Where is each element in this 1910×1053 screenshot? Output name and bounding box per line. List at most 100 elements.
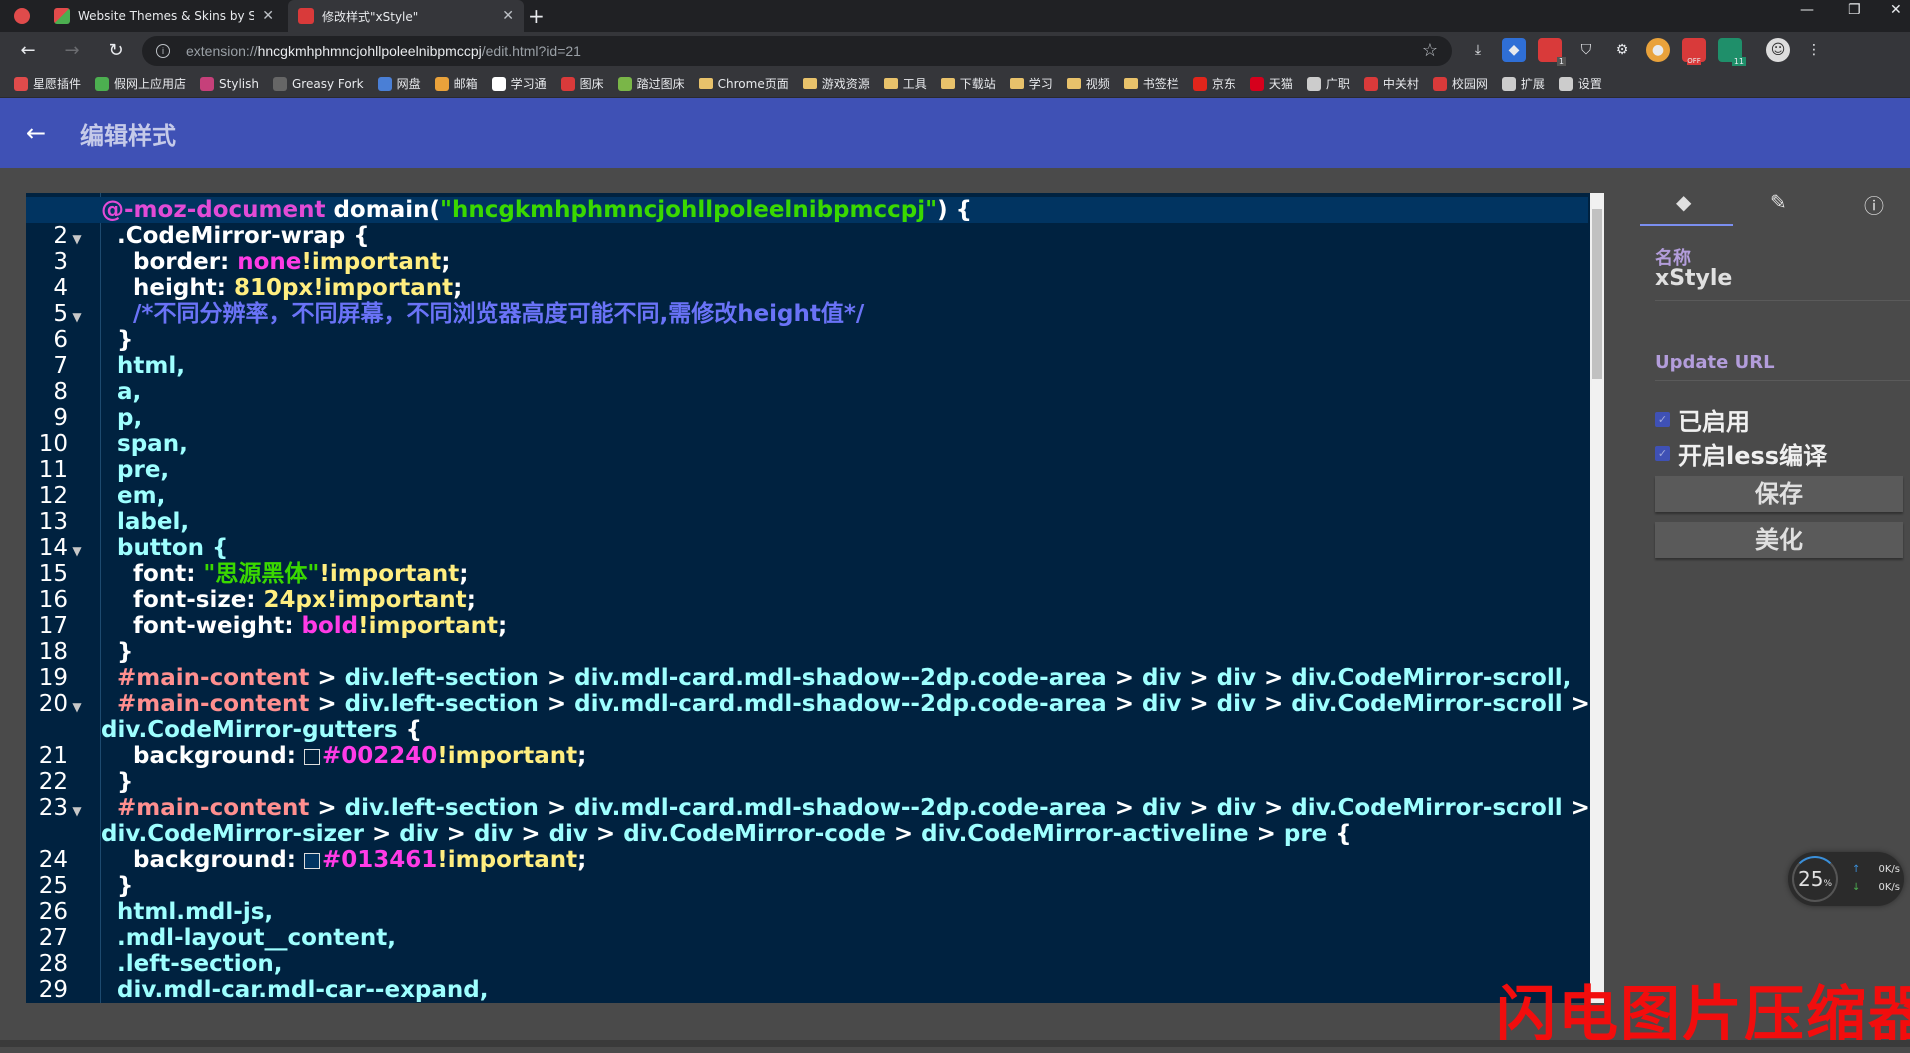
bookmark-item[interactable]: 学习	[1009, 75, 1053, 92]
code-line: 28 .left-section,	[38, 951, 283, 977]
bookmark-item[interactable]: 网盘	[377, 75, 421, 92]
code-line: 7 html,	[53, 353, 185, 379]
color-swatch[interactable]	[303, 748, 320, 765]
code-line: 10 span,	[38, 431, 188, 457]
code-line: 18 }	[38, 639, 134, 665]
bookmark-item[interactable]: 广职	[1306, 75, 1350, 92]
gear-extension-icon[interactable]: ⚙	[1610, 38, 1634, 62]
bookmark-label: Greasy Fork	[291, 76, 364, 91]
bookmark-item[interactable]: 天猫	[1249, 75, 1293, 92]
code-line-wrap: div.CodeMirror-gutters {	[101, 717, 422, 743]
bookmark-item[interactable]: 书签栏	[1123, 75, 1179, 92]
code-line: 23 ▼ #main-content > div.left-section > d…	[39, 795, 1590, 821]
extension-off-icon[interactable]: OFF	[1682, 38, 1706, 65]
folder-icon	[1009, 78, 1024, 89]
bookmark-item[interactable]: 扩展	[1501, 75, 1545, 92]
bookmark-label: 京东	[1211, 77, 1236, 91]
bookmark-label: 校园网	[1451, 77, 1488, 91]
fold-arrow-icon[interactable]: ▼	[68, 694, 86, 720]
page-icon	[1306, 76, 1321, 91]
bookmark-item[interactable]: Chrome页面	[698, 75, 789, 92]
tab-title: 修改样式"xStyle"	[322, 9, 419, 24]
code-line: 15 font: "思源黑体"!important;	[38, 561, 469, 587]
page-icon	[491, 76, 506, 91]
site-info-icon[interactable]: i	[156, 44, 170, 58]
bookmark-item[interactable]: 下载站	[940, 75, 996, 92]
profile-avatar[interactable]: ☺	[1766, 38, 1790, 62]
bookmark-item[interactable]: 校园网	[1432, 75, 1488, 92]
update-url-label[interactable]: Update URL	[1655, 352, 1775, 373]
extension-blue-icon[interactable]: ◆	[1502, 38, 1526, 62]
tab-info-icon[interactable]: ⓘ	[1864, 190, 1884, 219]
close-window-icon[interactable]: ✕	[1890, 2, 1902, 18]
color-swatch[interactable]	[303, 852, 320, 869]
bookmark-item[interactable]: Stylish	[200, 76, 259, 91]
save-button[interactable]: 保存	[1655, 476, 1903, 512]
bookmark-item[interactable]: 京东	[1192, 75, 1236, 92]
editor-scrollbar[interactable]	[1590, 193, 1604, 1003]
close-tab-icon[interactable]: ✕	[262, 8, 274, 24]
cloud-icon	[377, 76, 392, 91]
checkbox-checked-icon[interactable]: ✓	[1655, 446, 1670, 461]
bookmark-item[interactable]: 中关村	[1363, 75, 1419, 92]
forward-icon[interactable]: →	[60, 40, 84, 61]
tab-stylish[interactable]: Website Themes & Skins by Styl ✕	[44, 0, 284, 32]
app-header: ← 编辑样式	[0, 98, 1910, 168]
tab-title: Website Themes & Skins by Styl	[78, 9, 255, 23]
bookmark-item[interactable]: 视频	[1066, 75, 1110, 92]
new-tab-button[interactable]: +	[528, 4, 545, 28]
download-icon[interactable]: ⤓	[1466, 38, 1490, 62]
back-icon[interactable]: ←	[16, 40, 40, 61]
extension-green-icon[interactable]: 11	[1718, 38, 1746, 66]
minimize-icon[interactable]: —	[1800, 2, 1814, 18]
close-tab-icon[interactable]: ✕	[502, 8, 514, 24]
bookmark-label: 中关村	[1382, 77, 1419, 91]
shield-icon[interactable]: ⛉	[1574, 38, 1598, 62]
code-line: 12 em,	[38, 483, 166, 509]
extension-orange-icon[interactable]: ●	[1646, 38, 1670, 62]
campus-icon	[1432, 76, 1447, 91]
reload-icon[interactable]: ↻	[104, 40, 128, 61]
bookmark-label: 工具	[902, 77, 927, 91]
url-scheme: extension://	[186, 43, 258, 59]
bookmark-item[interactable]: 学习通	[491, 75, 547, 92]
bookmark-item[interactable]: 星愿插件	[14, 75, 81, 92]
code-line: 24 background: #013461!important;	[38, 847, 587, 873]
bookmark-item[interactable]: 游戏资源	[802, 75, 870, 92]
extension-xstyle-icon[interactable]: 1	[1538, 38, 1566, 66]
bookmark-item[interactable]: Greasy Fork	[272, 76, 364, 91]
bookmark-label: 书签栏	[1142, 77, 1179, 91]
bookmark-item[interactable]: 邮箱	[434, 75, 478, 92]
bookmark-item[interactable]: 工具	[883, 75, 927, 92]
scrollbar-thumb[interactable]	[1592, 209, 1602, 379]
bookmark-item[interactable]: 假网上应用店	[95, 75, 186, 92]
address-bar[interactable]: i extension:// hncgkmhphmncjohllpoleelni…	[142, 36, 1452, 66]
network-monitor-widget[interactable]: 25% ↑ 0K/s ↓ 0K/s	[1788, 852, 1904, 906]
fold-arrow-icon[interactable]: ▼	[68, 798, 86, 824]
code-area[interactable]: 1▼@-moz-document domain("hncgkmhphmncjoh…	[26, 197, 1590, 1003]
folder-icon	[1123, 78, 1138, 89]
name-field[interactable]: xStyle	[1655, 266, 1732, 291]
code-line: 1▼@-moz-document domain("hncgkmhphmncjoh…	[26, 197, 1588, 223]
vivaldi-menu-icon[interactable]	[14, 0, 34, 32]
tab-style-eraser-icon[interactable]: ◆	[1676, 190, 1691, 214]
folder-icon	[940, 78, 955, 89]
back-arrow-icon[interactable]: ←	[26, 119, 56, 147]
code-line: 8 a,	[53, 379, 142, 405]
beautify-button[interactable]: 美化	[1655, 522, 1903, 558]
bookmark-item[interactable]: 图床	[560, 75, 604, 92]
page-title: 编辑样式	[80, 121, 176, 150]
code-line: 25 }	[38, 873, 134, 899]
less-compile-checkbox[interactable]: ✓ 开启less编译	[1655, 436, 1827, 471]
stylish-icon	[200, 76, 215, 91]
bookmark-star-icon[interactable]: ☆	[1422, 40, 1438, 61]
bookmark-item[interactable]: 设置	[1558, 75, 1602, 92]
enabled-checkbox[interactable]: ✓ 已启用	[1655, 402, 1750, 437]
tab-edit-style[interactable]: 修改样式"xStyle" ✕	[288, 0, 524, 32]
menu-dots-icon[interactable]: ⋮	[1802, 38, 1826, 62]
restore-icon[interactable]: ❐	[1848, 2, 1861, 18]
code-editor[interactable]: 1▼@-moz-document domain("hncgkmhphmncjoh…	[26, 193, 1604, 1003]
bookmark-item[interactable]: 踏过图床	[617, 75, 685, 92]
checkbox-checked-icon[interactable]: ✓	[1655, 412, 1670, 427]
tab-edit-pencil-icon[interactable]: ✎	[1770, 190, 1787, 214]
